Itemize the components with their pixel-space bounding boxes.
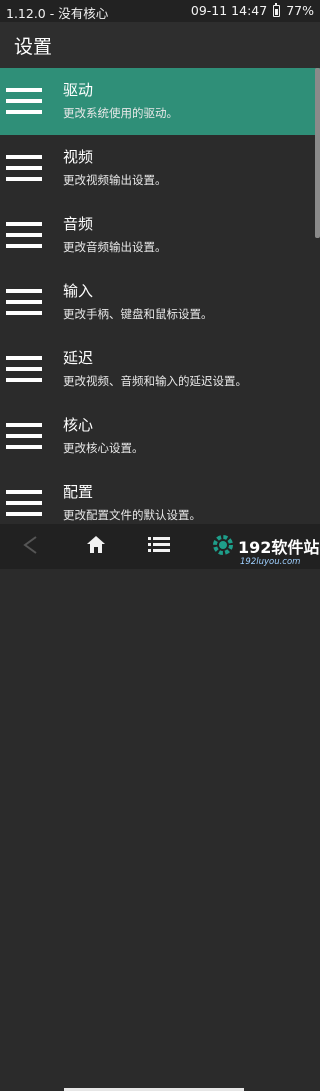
status-bar: 1.12.0 - 没有核心 09-11 14:47 77% — [0, 0, 320, 22]
status-app-version: 1.12.0 - 没有核心 — [6, 6, 109, 21]
settings-item-audio[interactable]: 音频 更改音频输出设置。 — [0, 202, 320, 269]
settings-item-desc: 更改视频、音频和输入的延迟设置。 — [63, 374, 247, 388]
settings-item-desc: 更改核心设置。 — [63, 441, 144, 455]
hamburger-icon — [6, 88, 42, 114]
settings-item-label: 配置 — [63, 483, 94, 501]
settings-item-input[interactable]: 输入 更改手柄、键盘和鼠标设置。 — [0, 269, 320, 336]
list-icon[interactable] — [148, 536, 170, 558]
hamburger-icon — [6, 289, 42, 315]
settings-item-label: 音频 — [63, 215, 94, 233]
status-time: 09-11 14:47 — [190, 3, 268, 18]
settings-item-label: 输入 — [63, 282, 94, 300]
watermark-brand: 192软件站 — [238, 538, 320, 557]
battery-percent: 77% — [286, 3, 314, 18]
settings-item-label: 视频 — [63, 148, 94, 166]
app-header: 设置 — [0, 22, 320, 68]
hamburger-icon — [6, 222, 42, 248]
back-triangle-icon[interactable] — [20, 534, 42, 560]
settings-item-desc: 更改系统使用的驱动。 — [63, 106, 178, 120]
settings-item-label: 延迟 — [63, 349, 94, 367]
status-right: 09-11 14:47 77% — [190, 2, 314, 18]
hamburger-icon — [6, 155, 42, 181]
settings-item-desc: 更改视频输出设置。 — [63, 173, 167, 187]
settings-item-core[interactable]: 核心 更改核心设置。 — [0, 403, 320, 470]
home-icon[interactable] — [85, 534, 107, 560]
hamburger-icon — [6, 356, 42, 382]
settings-item-label: 核心 — [63, 416, 94, 434]
watermark-url: 192luyou.com — [240, 557, 301, 567]
settings-item-desc: 更改配置文件的默认设置。 — [63, 508, 201, 522]
settings-item-driver[interactable]: 驱动 更改系统使用的驱动。 — [0, 68, 320, 135]
hamburger-icon — [6, 490, 42, 516]
settings-item-desc: 更改音频输出设置。 — [63, 240, 167, 254]
page-title: 设置 — [14, 36, 53, 58]
settings-item-latency[interactable]: 延迟 更改视频、音频和输入的延迟设置。 — [0, 336, 320, 403]
hamburger-icon — [6, 423, 42, 449]
settings-item-config[interactable]: 配置 更改配置文件的默认设置。 — [0, 470, 320, 524]
bottom-nav: 192软件站 192luyou.com — [0, 524, 320, 1091]
settings-item-video[interactable]: 视频 更改视频输出设置。 — [0, 135, 320, 202]
settings-list: 驱动 更改系统使用的驱动。 视频 更改视频输出设置。 音频 更改音频输出设置。 … — [0, 68, 320, 524]
list-scrollbar[interactable] — [315, 68, 320, 524]
battery-icon — [273, 2, 281, 17]
settings-item-desc: 更改手柄、键盘和鼠标设置。 — [63, 307, 213, 321]
settings-item-label: 驱动 — [63, 81, 94, 99]
scrollbar-thumb[interactable] — [315, 68, 320, 238]
gear-icon[interactable] — [210, 532, 236, 562]
